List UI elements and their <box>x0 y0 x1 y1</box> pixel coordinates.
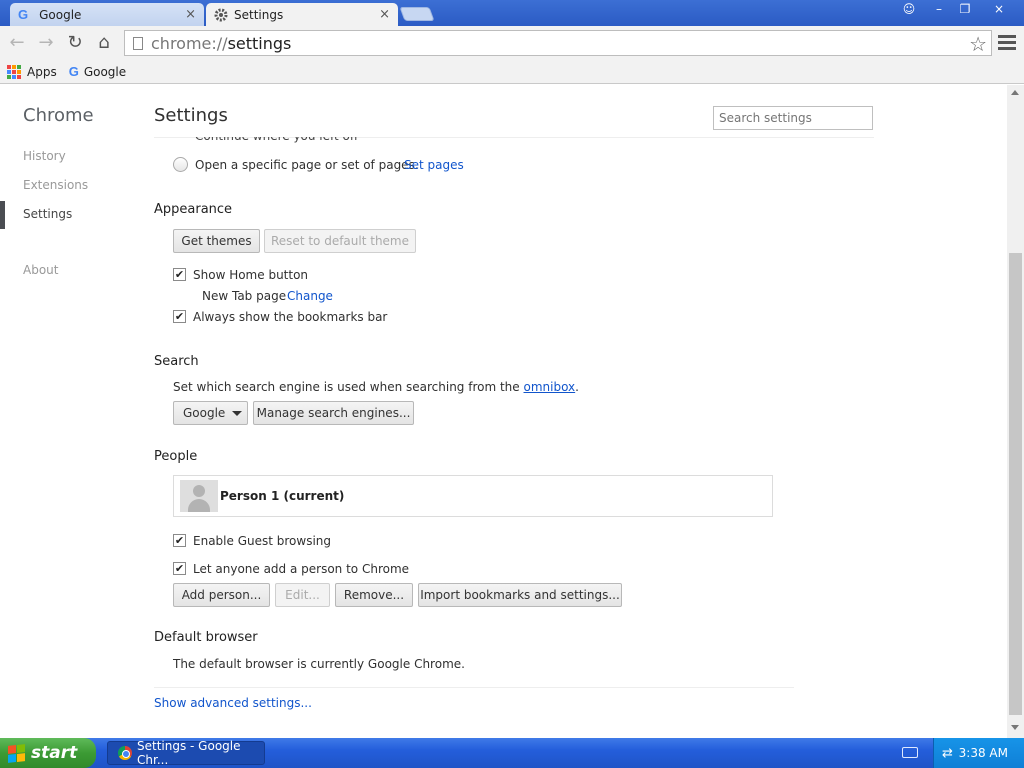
sidebar-selection-indicator <box>0 201 5 229</box>
footer-divider <box>154 687 794 688</box>
default-browser-heading: Default browser <box>154 630 258 645</box>
search-engine-dropdown[interactable]: Google <box>173 401 248 425</box>
sidebar: Chrome History Extensions Settings About <box>0 85 140 738</box>
search-engine-value: Google <box>183 406 226 420</box>
google-g-icon: G <box>18 7 29 22</box>
show-home-label: Show Home button <box>193 268 309 282</box>
apps-grid-icon <box>7 64 21 79</box>
home-icon[interactable]: ⌂ <box>92 31 116 55</box>
windows-taskbar: start Settings - Google Chr... ⇄ 3:38 AM <box>0 738 1024 768</box>
settings-main: Settings Continue where you left off Ope… <box>154 85 874 738</box>
forward-arrow-icon[interactable]: → <box>34 31 58 55</box>
change-home-link[interactable]: Change <box>287 289 333 303</box>
search-description-period: . <box>575 380 579 394</box>
scroll-down-arrow-icon[interactable] <box>1011 725 1019 730</box>
url-path: settings <box>227 33 292 53</box>
get-themes-button[interactable]: Get themes <box>173 229 260 253</box>
import-bookmarks-button[interactable]: Import bookmarks and settings... <box>418 583 622 607</box>
bookmark-apps[interactable]: Apps <box>7 64 57 79</box>
guest-browsing-label: Enable Guest browsing <box>193 534 331 548</box>
chrome-icon <box>118 746 132 760</box>
gear-icon <box>214 8 228 21</box>
chrome-menu-icon[interactable] <box>998 32 1016 52</box>
avatar <box>180 480 218 512</box>
sidebar-item-about[interactable]: About <box>23 263 58 277</box>
new-tab-page-label: New Tab page <box>202 289 287 303</box>
bookmarks-bar-label: Always show the bookmarks bar <box>193 310 388 324</box>
settings-page: Chrome History Extensions Settings About… <box>0 85 1024 738</box>
user-icon[interactable]: ☺ <box>896 1 922 17</box>
sidebar-brand: Chrome <box>23 105 94 126</box>
page-title: Settings <box>154 105 228 126</box>
remove-person-button[interactable]: Remove... <box>335 583 413 607</box>
network-icon[interactable]: ⇄ <box>942 746 953 761</box>
clock: 3:38 AM <box>958 746 1008 760</box>
profile-name: Person 1 (current) <box>220 489 345 503</box>
omnibox-link[interactable]: omnibox <box>524 380 576 394</box>
tab-settings[interactable]: Settings × <box>206 3 398 26</box>
search-description: Set which search engine is used when sea… <box>173 380 579 394</box>
tab-google-close-icon[interactable]: × <box>185 7 196 22</box>
avatar-head-icon <box>193 485 205 497</box>
guest-browsing-checkbox[interactable]: ✔ <box>173 534 186 547</box>
back-arrow-icon[interactable]: ← <box>5 31 29 55</box>
people-heading: People <box>154 449 198 464</box>
bookmarks-bar: Apps G Google <box>0 60 1024 84</box>
profile-list[interactable]: Person 1 (current) <box>173 475 773 517</box>
sidebar-item-extensions[interactable]: Extensions <box>23 178 88 192</box>
new-tab-button[interactable] <box>399 7 435 21</box>
page-scrollbar[interactable] <box>1007 85 1024 738</box>
system-tray: ⇄ 3:38 AM <box>933 738 1024 768</box>
reset-theme-button[interactable]: Reset to default theme <box>264 229 416 253</box>
dropdown-arrow-icon <box>232 411 242 416</box>
page-icon <box>133 36 143 50</box>
bookmark-google-label: Google <box>83 64 127 79</box>
sidebar-item-history[interactable]: History <box>23 149 66 163</box>
default-browser-description: The default browser is currently Google … <box>173 657 465 671</box>
scroll-up-arrow-icon[interactable] <box>1011 90 1019 95</box>
open-specific-page-label: Open a specific page or set of pages. <box>195 158 419 172</box>
search-heading: Search <box>154 354 199 369</box>
open-specific-page-radio[interactable] <box>173 157 188 172</box>
show-home-checkbox[interactable]: ✔ <box>173 268 186 281</box>
sidebar-item-settings[interactable]: Settings <box>23 207 72 221</box>
tab-google[interactable]: G Google × <box>10 3 204 26</box>
title-bar: G Google × Settings × ☺ – ❐ × <box>0 0 1024 26</box>
start-label: start <box>31 743 78 763</box>
avatar-body-icon <box>188 499 210 512</box>
tab-settings-close-icon[interactable]: × <box>379 7 390 22</box>
minimize-button[interactable]: – <box>926 1 952 17</box>
start-button[interactable]: start <box>0 738 96 768</box>
anyone-add-person-label: Let anyone add a person to Chrome <box>193 562 410 576</box>
tab-settings-label: Settings <box>234 7 284 22</box>
windows-flag-icon <box>8 743 25 763</box>
edit-person-button[interactable]: Edit... <box>275 583 330 607</box>
tab-google-label: Google <box>39 7 82 22</box>
bookmarks-bar-checkbox[interactable]: ✔ <box>173 310 186 323</box>
bookmark-google[interactable]: G Google <box>69 64 126 79</box>
address-bar-url: chrome://settings <box>151 34 291 53</box>
keyboard-icon[interactable] <box>902 747 918 758</box>
url-scheme: chrome:// <box>151 33 228 53</box>
show-advanced-settings-link[interactable]: Show advanced settings... <box>154 696 312 710</box>
manage-search-engines-button[interactable]: Manage search engines... <box>253 401 414 425</box>
restore-button[interactable]: ❐ <box>952 1 978 17</box>
google-g-icon: G <box>68 64 79 79</box>
search-settings-input[interactable] <box>713 106 873 130</box>
appearance-heading: Appearance <box>154 202 233 217</box>
reload-icon[interactable]: ↻ <box>63 31 87 55</box>
bookmark-star-icon[interactable]: ☆ <box>969 32 987 56</box>
browser-toolbar: ← → ↻ ⌂ chrome://settings ☆ <box>0 26 1024 60</box>
address-bar[interactable]: chrome://settings ☆ <box>124 30 992 56</box>
search-description-text: Set which search engine is used when sea… <box>173 380 520 394</box>
add-person-button[interactable]: Add person... <box>173 583 270 607</box>
scrollbar-thumb[interactable] <box>1009 253 1022 715</box>
anyone-add-person-checkbox[interactable]: ✔ <box>173 562 186 575</box>
close-window-button[interactable]: × <box>986 1 1012 17</box>
set-pages-link[interactable]: Set pages <box>404 158 464 172</box>
taskbar-item-label: Settings - Google Chr... <box>137 739 241 767</box>
bookmark-apps-label: Apps <box>27 64 57 79</box>
taskbar-item-chrome[interactable]: Settings - Google Chr... <box>107 739 265 767</box>
continue-where-left-off-label[interactable]: Continue where you left off <box>195 137 358 143</box>
